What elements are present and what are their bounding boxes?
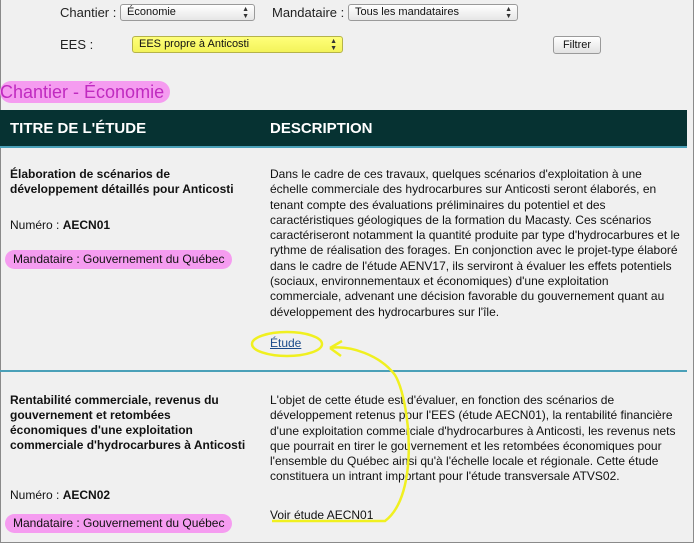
study-description: Dans le cadre de ces travaux, quelques s… [270, 167, 680, 319]
mandataire-badge: Mandataire : Gouvernement du Québec [5, 250, 233, 269]
chantier-select-value: Économie [127, 6, 176, 18]
study-link[interactable]: Étude [270, 336, 301, 350]
study-number-label: Numéro : [10, 218, 60, 232]
select-arrows-icon: ▲ ▼ [242, 6, 249, 20]
study-number-value: AECN02 [62, 488, 111, 502]
mandataire-label: Mandataire : [272, 5, 345, 20]
chantier-label: Chantier : [60, 5, 117, 20]
study-number: Numéro : AECN01 [10, 218, 110, 232]
study-number: Numéro : AECN02 [10, 488, 110, 502]
column-header-description: DESCRIPTION [270, 120, 373, 137]
mandataire-select-value: Tous les mandataires [355, 6, 459, 18]
ees-label: EES : [60, 37, 94, 52]
select-arrows-icon: ▲ ▼ [330, 38, 337, 52]
filter-bar: Chantier : Économie ▲ ▼ Mandataire : Tous… [0, 0, 694, 80]
section-title: Chantier - Économie [0, 81, 171, 103]
study-number-value: AECN01 [62, 218, 111, 232]
ees-select[interactable]: EES propre à Anticosti ▲ ▼ [132, 36, 343, 53]
study-number-label: Numéro : [10, 488, 60, 502]
select-arrows-icon: ▲ ▼ [505, 6, 512, 20]
table-row: Élaboration de scénarios de développemen… [0, 150, 687, 370]
study-link[interactable]: Voir étude AECN01 [270, 508, 373, 522]
study-description: L'objet de cette étude est d'évaluer, en… [270, 393, 676, 484]
mandataire-badge: Mandataire : Gouvernement du Québec [5, 514, 233, 533]
study-title: Rentabilité commerciale, revenus du gouv… [10, 393, 246, 452]
table-row: Rentabilité commerciale, revenus du gouv… [0, 372, 687, 543]
filter-button[interactable]: Filtrer [553, 36, 601, 54]
mandataire-select[interactable]: Tous les mandataires ▲ ▼ [348, 4, 518, 21]
table-header: TITRE DE L'ÉTUDE DESCRIPTION [0, 110, 687, 148]
study-title: Élaboration de scénarios de développemen… [10, 167, 234, 196]
chantier-select[interactable]: Économie ▲ ▼ [120, 4, 255, 21]
column-header-title: TITRE DE L'ÉTUDE [10, 120, 147, 137]
ees-select-value: EES propre à Anticosti [139, 38, 250, 50]
